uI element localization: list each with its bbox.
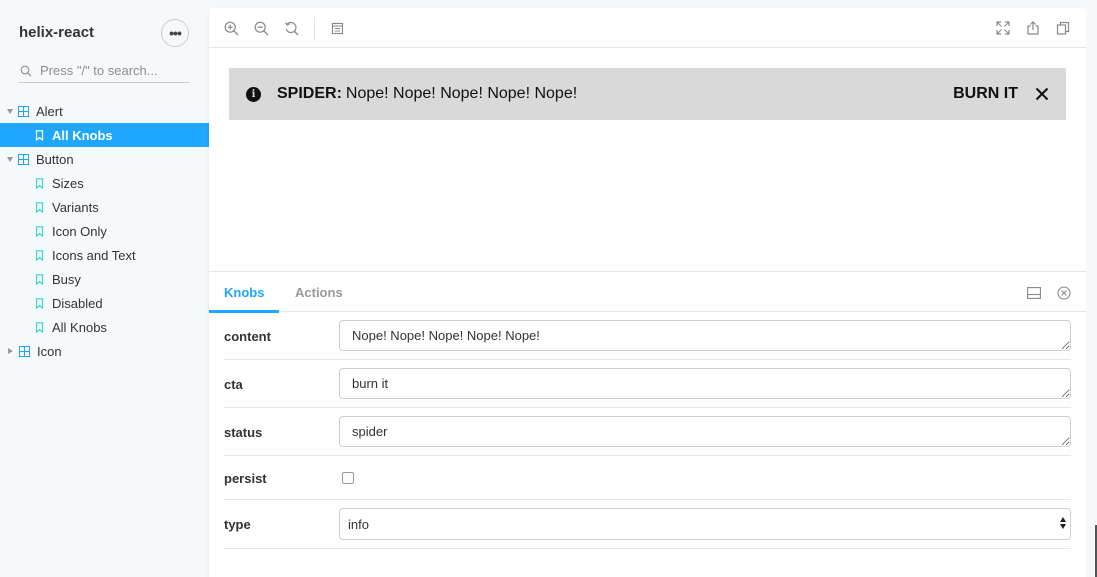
alert-status: SPIDER: — [277, 85, 342, 102]
component-icon — [18, 105, 29, 117]
knob-row-type: type info — [224, 500, 1071, 549]
tree-group-label: Button — [36, 151, 74, 167]
tree-story-icon-only[interactable]: Icon Only — [0, 219, 209, 243]
alert-cta-button[interactable]: BURN IT — [953, 85, 1018, 103]
knob-label: status — [224, 425, 263, 440]
knob-label: content — [224, 329, 271, 344]
reset-zoom-icon[interactable] — [283, 20, 299, 36]
info-icon: i — [246, 86, 261, 102]
tree-group-label: Icon — [37, 343, 62, 359]
knob-label: type — [224, 517, 251, 532]
share-icon[interactable] — [1025, 20, 1041, 36]
window-scrollbar[interactable] — [1086, 0, 1097, 577]
bookmark-icon — [34, 273, 45, 285]
caret-right-icon — [8, 348, 13, 354]
knob-row-content: content Nope! Nope! Nope! Nope! Nope! — [224, 312, 1071, 360]
knob-row-cta: cta burn it — [224, 360, 1071, 408]
tab-knobs[interactable]: Knobs — [208, 272, 281, 313]
tree-group-label: Alert — [36, 103, 63, 119]
search-input[interactable] — [40, 63, 180, 78]
knob-row-persist: persist — [224, 456, 1071, 500]
panel-orientation-icon[interactable] — [1026, 285, 1041, 300]
bookmark-icon — [34, 129, 45, 141]
tree-story-label: Icons and Text — [52, 247, 136, 263]
tree-group-icon[interactable]: Icon — [0, 339, 209, 363]
preview-canvas: i SPIDER: Nope! Nope! Nope! Nope! Nope! … — [209, 48, 1086, 271]
alert-content: Nope! Nope! Nope! Nope! Nope! — [345, 85, 578, 102]
sidebar: helix-react ••• Alert All Knobs — [0, 0, 209, 577]
fullscreen-icon[interactable] — [995, 20, 1011, 36]
zoom-in-icon[interactable] — [223, 20, 239, 36]
tree-group-button[interactable]: Button — [0, 147, 209, 171]
bookmark-icon — [34, 297, 45, 309]
zoom-out-icon[interactable] — [253, 20, 269, 36]
knob-cta-textarea[interactable]: burn it — [339, 368, 1071, 399]
knob-type-select[interactable]: info — [339, 508, 1071, 540]
tree-story-label: All Knobs — [52, 319, 107, 335]
tree-story-label: Sizes — [52, 175, 84, 191]
search-icon — [20, 65, 32, 76]
knob-content-textarea[interactable]: Nope! Nope! Nope! Nope! Nope! — [339, 320, 1071, 351]
search-box — [19, 59, 189, 83]
bookmark-icon — [34, 225, 45, 237]
knob-persist-checkbox[interactable] — [342, 472, 354, 484]
tree-story-label: Disabled — [52, 295, 103, 311]
tree-story-icons-and-text[interactable]: Icons and Text — [0, 243, 209, 267]
copy-icon[interactable] — [1055, 20, 1071, 36]
component-icon — [19, 345, 30, 357]
addons-panel: Knobs Actions content Nope! Nope! Nope! … — [208, 271, 1086, 577]
tree-story-label: Busy — [52, 271, 81, 287]
tree-story-button-all-knobs[interactable]: All Knobs — [0, 315, 209, 339]
bookmark-icon — [34, 321, 45, 333]
brand-title[interactable]: helix-react — [19, 24, 94, 41]
tree-story-alert-all-knobs[interactable]: All Knobs — [0, 123, 209, 147]
knob-label: persist — [224, 471, 267, 486]
bookmark-icon — [34, 177, 45, 189]
select-value: info — [348, 516, 369, 532]
close-icon[interactable] — [1034, 86, 1050, 102]
knob-row-status: status spider — [224, 408, 1071, 456]
addons-tabs: Knobs Actions — [208, 272, 1086, 313]
main-area: i SPIDER: Nope! Nope! Nope! Nope! Nope! … — [208, 8, 1086, 577]
alert-banner: i SPIDER: Nope! Nope! Nope! Nope! Nope! … — [229, 68, 1066, 120]
preview-toolbar — [209, 8, 1086, 48]
toolbar-divider — [314, 17, 315, 40]
knob-label: cta — [224, 377, 243, 392]
panel-close-icon[interactable] — [1056, 285, 1071, 300]
select-arrows-icon — [1060, 517, 1066, 529]
component-icon — [18, 153, 29, 165]
caret-down-icon — [7, 156, 13, 162]
story-tree: Alert All Knobs Button Sizes Variants Ic… — [0, 99, 209, 363]
tree-story-label: Variants — [52, 199, 99, 215]
tree-story-disabled[interactable]: Disabled — [0, 291, 209, 315]
background-icon[interactable] — [329, 20, 345, 36]
tree-story-sizes[interactable]: Sizes — [0, 171, 209, 195]
sidebar-menu-button[interactable]: ••• — [161, 19, 189, 47]
tree-story-label: Icon Only — [52, 223, 107, 239]
bookmark-icon — [34, 201, 45, 213]
tree-group-alert[interactable]: Alert — [0, 99, 209, 123]
tab-actions[interactable]: Actions — [295, 272, 343, 312]
bookmark-icon — [34, 249, 45, 261]
tree-story-variants[interactable]: Variants — [0, 195, 209, 219]
tree-story-label: All Knobs — [52, 127, 113, 143]
knob-status-textarea[interactable]: spider — [339, 416, 1071, 447]
tree-story-busy[interactable]: Busy — [0, 267, 209, 291]
caret-down-icon — [7, 108, 13, 114]
